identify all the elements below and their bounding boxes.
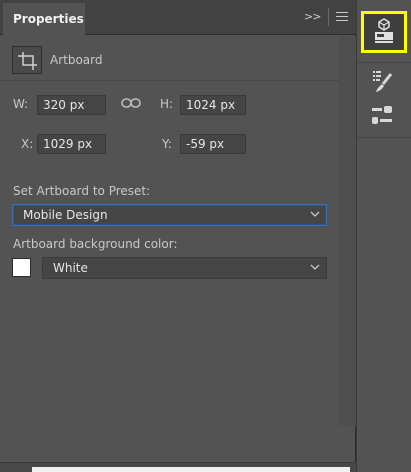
brush-settings-icon — [373, 71, 393, 92]
preset-value: Mobile Design — [23, 208, 108, 222]
y-field[interactable]: -59 px — [180, 134, 246, 154]
panel-tab-bar: Properties >> — [0, 0, 356, 36]
preset-label: Set Artboard to Preset: — [13, 184, 151, 198]
adjustments-icon — [372, 106, 392, 124]
3d-properties-icon — [375, 18, 393, 43]
section-title: Artboard — [50, 53, 103, 67]
link-dimensions-icon[interactable] — [121, 97, 141, 109]
chevron-down-icon — [310, 211, 320, 217]
chevron-down-icon — [310, 264, 320, 270]
background-color-label: Artboard background color: — [13, 237, 178, 251]
x-label: X: — [21, 137, 34, 151]
height-field[interactable]: 1024 px — [180, 95, 246, 115]
brush-settings-rail-button[interactable] — [363, 66, 403, 98]
horizontal-scrollbar-thumb[interactable] — [32, 467, 350, 472]
x-field[interactable]: 1029 px — [37, 134, 106, 154]
section-divider — [0, 80, 356, 81]
properties-rail-button[interactable] — [361, 11, 407, 53]
panel-icon-rail — [357, 0, 411, 472]
panel-menu-icon[interactable] — [334, 9, 350, 25]
preset-dropdown[interactable]: Mobile Design — [12, 204, 327, 226]
adjustments-rail-button[interactable] — [363, 100, 403, 132]
background-color-value: White — [53, 261, 88, 275]
vertical-scrollbar[interactable] — [339, 36, 356, 426]
rail-divider — [357, 62, 411, 63]
height-label: H: — [160, 97, 174, 111]
tab-properties[interactable]: Properties — [3, 3, 85, 36]
artboard-tool-icon — [12, 46, 42, 74]
y-label: Y: — [162, 137, 172, 151]
collapse-panel-button[interactable]: >> — [304, 9, 321, 25]
width-label: W: — [13, 97, 29, 111]
background-color-swatch[interactable] — [12, 258, 31, 277]
rail-divider — [357, 137, 411, 138]
background-color-dropdown[interactable]: White — [42, 257, 327, 279]
tab-divider — [328, 8, 329, 26]
width-field[interactable]: 320 px — [37, 95, 106, 115]
properties-panel: Properties >> Artboard W: 320 px H: 1024… — [0, 0, 356, 472]
